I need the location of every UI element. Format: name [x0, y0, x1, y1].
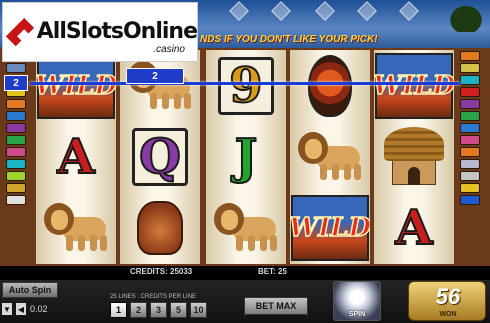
reel-symbol: J	[206, 121, 286, 192]
credits-display: CREDITS: 25033	[130, 267, 193, 276]
hut-icon	[384, 126, 444, 187]
payline-badge-left[interactable]: 2	[4, 75, 28, 91]
coin-down-arrow-icon[interactable]: ▼	[2, 303, 12, 315]
reel-symbol: Q	[120, 121, 200, 192]
diamond-decoration	[229, 1, 249, 21]
payline-indicator[interactable]	[6, 195, 26, 205]
right-payline-indicators	[460, 48, 482, 258]
lion-icon	[298, 131, 362, 182]
payline-indicator[interactable]	[460, 123, 480, 133]
logo-diamond-icon	[5, 17, 34, 47]
payline-indicator[interactable]	[460, 51, 480, 61]
letter-symbol: A	[394, 199, 433, 257]
lion-icon	[214, 202, 278, 253]
symbol-frame: Q	[132, 127, 188, 186]
letter-symbol: 9	[228, 57, 263, 115]
tree-silhouette	[446, 2, 486, 32]
symbol-frame: 9	[218, 56, 274, 115]
control-panel: CREDITS: 25033 BET: 25 Auto Spin ▼ ◀ 0.0…	[0, 266, 490, 323]
payline-badge-win: 2	[126, 68, 184, 84]
bet-option-button[interactable]: 2	[130, 302, 147, 318]
won-label: WON	[439, 311, 457, 318]
payline-indicator[interactable]	[460, 63, 480, 73]
wild-symbol: WILD	[36, 52, 116, 119]
coin-value: 0.02	[30, 304, 48, 314]
clay-pot-icon	[137, 200, 183, 255]
diamond-decoration	[315, 1, 335, 21]
reel-symbol	[290, 121, 370, 192]
letter-symbol: A	[56, 128, 95, 186]
payline-indicator[interactable]	[6, 171, 26, 181]
payline-indicator[interactable]	[6, 123, 26, 133]
payline-indicator[interactable]	[460, 87, 480, 97]
payline-indicator[interactable]	[6, 111, 26, 121]
coin-up-arrow-icon[interactable]: ◀	[16, 303, 26, 315]
payline-indicator[interactable]	[460, 195, 480, 205]
logo-text: AllSlotsOnline	[36, 19, 198, 44]
payline-indicator[interactable]	[460, 147, 480, 157]
spin-button[interactable]: SPIN	[333, 281, 381, 321]
site-logo: AllSlotsOnline .casino	[2, 2, 198, 62]
marquee-text: NDS IF YOU DON'T LIKE YOUR PICK!	[200, 34, 378, 45]
reel-symbol: A	[374, 192, 454, 263]
spin-label: SPIN	[348, 311, 366, 318]
reel-symbol	[374, 121, 454, 192]
payline-indicator[interactable]	[460, 183, 480, 193]
wild-label: WILD	[290, 212, 370, 244]
reel-symbol	[290, 50, 370, 121]
payline-indicator[interactable]	[460, 99, 480, 109]
reel-symbol	[36, 192, 116, 263]
bet-display: BET: 25	[258, 267, 287, 276]
bet-max-button[interactable]: BET MAX	[244, 297, 308, 315]
payline-indicator[interactable]	[460, 75, 480, 85]
coin-value-selector: ▼ ◀ 0.02	[2, 302, 92, 316]
reel-symbol	[120, 192, 200, 263]
diamond-decoration	[357, 1, 377, 21]
payline-indicator[interactable]	[460, 111, 480, 121]
diamond-decoration	[271, 1, 291, 21]
payline-2	[30, 82, 460, 85]
letter-symbol: Q	[138, 128, 182, 186]
letter-symbol: J	[234, 128, 259, 186]
payline-indicator[interactable]	[460, 135, 480, 145]
reel-symbol	[206, 192, 286, 263]
diamond-decoration	[399, 1, 419, 21]
wild-symbol: WILD	[374, 52, 454, 119]
bet-option-button[interactable]: 10	[190, 302, 207, 318]
payline-indicator[interactable]	[460, 159, 480, 169]
wild-label: WILD	[374, 70, 454, 102]
bet-option-button[interactable]: 5	[170, 302, 187, 318]
payline-indicator[interactable]	[6, 183, 26, 193]
bet-option-button[interactable]: 3	[150, 302, 167, 318]
reel-symbol: 9	[206, 50, 286, 121]
payline-indicator[interactable]	[6, 99, 26, 109]
lines-caption: 25 LINES : CREDITS PER LINE	[110, 294, 197, 300]
reel-symbol: WILD	[374, 50, 454, 121]
reel-symbol: A	[36, 121, 116, 192]
wild-label: WILD	[36, 70, 116, 102]
wild-symbol: WILD	[290, 194, 370, 261]
won-display: 56 WON	[408, 281, 486, 321]
payline-indicator[interactable]	[6, 159, 26, 169]
won-value: 56	[435, 284, 461, 309]
auto-spin-button[interactable]: Auto Spin	[2, 282, 58, 298]
info-bar: CREDITS: 25033 BET: 25	[0, 266, 490, 280]
bet-option-button[interactable]: 1	[110, 302, 127, 318]
reel-symbol: WILD	[290, 192, 370, 263]
bet-per-line-buttons: 1 2 3 5 10	[110, 302, 207, 318]
payline-indicator[interactable]	[6, 63, 26, 73]
payline-indicator[interactable]	[6, 147, 26, 157]
payline-indicator[interactable]	[6, 135, 26, 145]
tribal-mask-icon	[308, 54, 352, 117]
lion-icon	[44, 202, 108, 253]
logo-subtext: .casino	[153, 44, 185, 55]
payline-indicator[interactable]	[460, 171, 480, 181]
